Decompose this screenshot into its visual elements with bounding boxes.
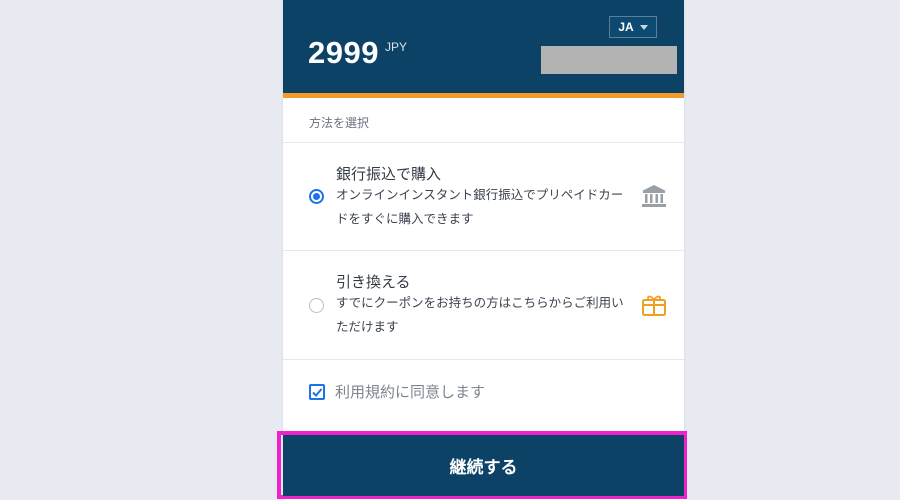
accent-bar: [283, 93, 684, 98]
payment-card: 2999 JPY JA 方法を選択 銀行振込で購入 オンラインインスタント銀行振…: [283, 0, 684, 500]
price-currency: JPY: [384, 40, 407, 54]
check-icon: [312, 387, 323, 397]
continue-button[interactable]: 継続する: [283, 435, 684, 496]
radio-bank-transfer[interactable]: [309, 189, 324, 204]
redacted-box: [541, 46, 677, 74]
price-display: 2999 JPY: [308, 36, 407, 70]
section-title: 方法を選択: [309, 116, 370, 130]
option-description: すでにクーポンをお持ちの方はこちらからご利用いただけます: [336, 295, 624, 334]
radio-redeem[interactable]: [309, 298, 324, 313]
option-title: 引き換える: [336, 273, 411, 291]
terms-checkbox[interactable]: [309, 383, 325, 400]
terms-agreement[interactable]: 利用規約に同意します: [309, 381, 485, 402]
language-selector[interactable]: JA: [609, 16, 657, 38]
divider: [283, 359, 684, 360]
payment-header: 2999 JPY JA: [283, 0, 684, 93]
option-redeem[interactable]: 引き換える すでにクーポンをお持ちの方はこちらからご利用いただけます: [283, 251, 684, 359]
option-title: 銀行振込で購入: [336, 165, 442, 183]
terms-label: 利用規約に同意します: [335, 383, 486, 401]
language-label: JA: [618, 20, 634, 34]
bank-icon: [641, 184, 667, 212]
price-amount: 2999: [308, 35, 379, 70]
option-description: オンラインインスタント銀行振込でプリペイドカードをすぐに購入できます: [336, 187, 624, 226]
option-bank-transfer[interactable]: 銀行振込で購入 オンラインインスタント銀行振込でプリペイドカードをすぐに購入でき…: [283, 143, 684, 250]
gift-icon: [641, 293, 667, 321]
caret-down-icon: [639, 24, 648, 30]
